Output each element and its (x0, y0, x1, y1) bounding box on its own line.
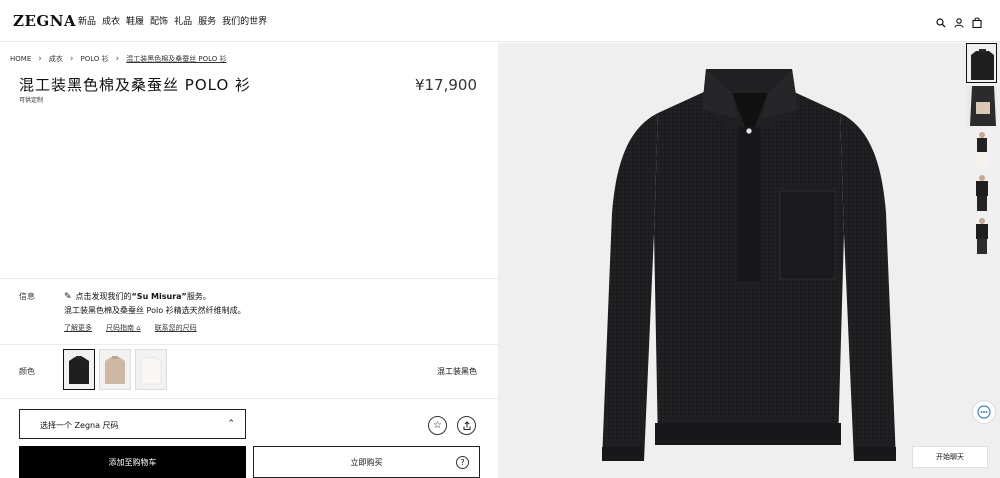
product-image (602, 69, 896, 461)
add-to-cart-button[interactable]: 添加至购物车 (19, 446, 246, 478)
nav-item-shoes[interactable]: 鞋履 (126, 14, 144, 27)
buy-now-button[interactable]: 立即购买 ? (253, 446, 480, 478)
account-icon[interactable] (954, 13, 964, 28)
site-header: ZEGNA 新品 成衣 鞋履 配饰 礼品 服务 我们的世界 (0, 0, 1000, 42)
breadcrumb: HOME › 成衣 › POLO 衫 › 混工装黑色棉及桑蚕丝 POLO 衫 (10, 54, 227, 64)
su-misura-promo[interactable]: ✎ 点击发现我们的“Su Misura”服务。 (64, 291, 211, 302)
product-price: ¥17,900 (414, 76, 477, 94)
breadcrumb-home[interactable]: HOME (10, 55, 31, 63)
swatch-white[interactable] (135, 349, 167, 390)
divider (0, 278, 498, 279)
nav-item-clothing[interactable]: 成衣 (102, 14, 120, 27)
breadcrumb-clothing[interactable]: 成衣 (49, 54, 63, 64)
share-button[interactable] (457, 416, 476, 435)
thumbnail-5[interactable] (966, 215, 997, 255)
selected-color-name: 混工装黑色 (437, 367, 477, 376)
nav-item-our-world[interactable]: 我们的世界 (222, 14, 267, 27)
share-icon (463, 420, 470, 430)
nav-item-services[interactable]: 服务 (198, 14, 216, 27)
promo-highlight: “Su Misura” (131, 292, 187, 301)
learn-more-link[interactable]: 了解更多 (64, 323, 92, 333)
divider (0, 398, 498, 399)
search-icon[interactable] (936, 13, 946, 28)
chevron-right-icon: › (38, 54, 42, 64)
buy-now-label: 立即购买 (350, 457, 383, 467)
promo-suffix: 服务。 (186, 292, 211, 301)
thumbnail-4[interactable] (966, 172, 997, 212)
pen-icon: ✎ (64, 292, 72, 302)
swatch-beige[interactable] (99, 349, 131, 390)
nav-item-new[interactable]: 新品 (78, 14, 96, 27)
header-icons (936, 13, 982, 29)
product-subtitle: 可供定制 (19, 97, 44, 104)
info-links: 了解更多 尺码指南 ⌂ 联系您的尺码 (64, 323, 197, 333)
nav-item-gifts[interactable]: 礼品 (174, 14, 192, 27)
chevron-up-icon: ⌃ (227, 419, 235, 429)
chevron-right-icon: › (69, 54, 74, 64)
chevron-right-icon: › (115, 54, 120, 64)
breadcrumb-polo[interactable]: POLO 衫 (80, 54, 108, 64)
chat-icon[interactable] (972, 400, 996, 424)
nav-item-accessories[interactable]: 配饰 (150, 14, 168, 27)
divider (0, 344, 498, 345)
info-label: 信息 (19, 292, 35, 301)
product-title: 混工装黑色棉及桑蚕丝 POLO 衫 (19, 76, 252, 94)
zegna-logo[interactable]: ZEGNA (13, 12, 76, 30)
product-info-panel: HOME › 成衣 › POLO 衫 › 混工装黑色棉及桑蚕丝 POLO 衫 混… (0, 43, 498, 478)
size-select[interactable]: 选择一个 Zegna 尺码 ⌃ (19, 409, 246, 439)
start-chat-button[interactable]: 开始聊天 (912, 446, 988, 468)
color-label: 颜色 (19, 367, 35, 376)
product-gallery[interactable] (498, 43, 1000, 478)
bag-icon[interactable] (972, 13, 982, 29)
breadcrumb-current[interactable]: 混工装黑色棉及桑蚕丝 POLO 衫 (126, 54, 226, 64)
help-icon[interactable]: ? (456, 456, 469, 469)
promo-prefix: 点击发现我们的 (75, 292, 132, 301)
contact-size-link[interactable]: 联系您的尺码 (155, 323, 197, 333)
swatch-black[interactable] (63, 349, 95, 390)
star-icon: ☆ (433, 420, 442, 431)
thumbnail-1[interactable] (966, 43, 997, 83)
size-select-placeholder: 选择一个 Zegna 尺码 (40, 421, 119, 430)
main-nav: 新品 成衣 鞋履 配饰 礼品 服务 我们的世界 (78, 14, 267, 27)
color-swatches (63, 349, 167, 390)
product-description: 混工装黑色棉及桑蚕丝 Polo 衫精选天然纤维制成。 (64, 306, 246, 315)
size-guide-link[interactable]: 尺码指南 ⌂ (106, 323, 141, 333)
wishlist-button[interactable]: ☆ (428, 416, 447, 435)
thumbnail-2[interactable] (966, 86, 997, 126)
thumbnail-3[interactable] (966, 129, 997, 169)
